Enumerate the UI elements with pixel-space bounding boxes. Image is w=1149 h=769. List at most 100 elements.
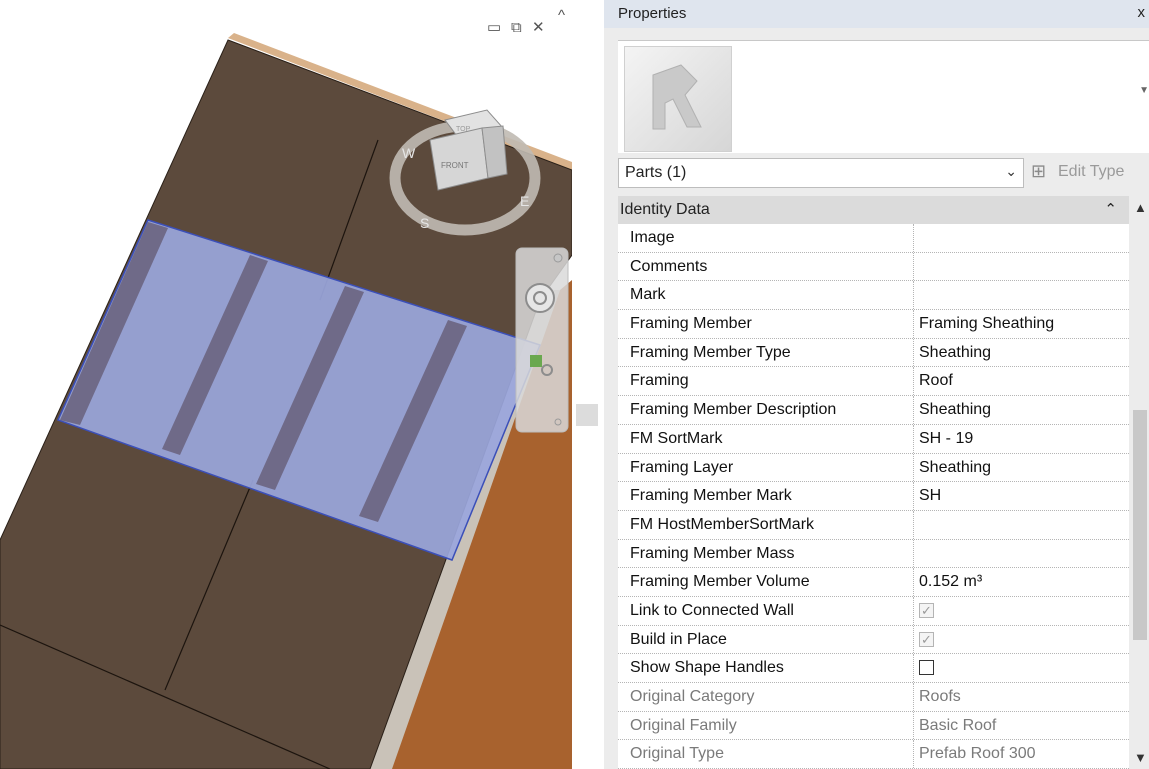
property-row[interactable]: Original Type Prefab Roof 300 — [618, 740, 1129, 769]
property-name: Link to Connected Wall — [618, 596, 914, 625]
property-row[interactable]: Framing Member Mass — [618, 539, 1129, 569]
property-rows: Image Comments Mark Framing Member Framing S… — [618, 224, 1129, 769]
property-name: Original Family — [618, 711, 914, 740]
panel-splitter[interactable] — [572, 0, 602, 769]
navbar-frame — [515, 247, 569, 433]
compass-south: S — [420, 215, 429, 231]
property-row[interactable]: Original Category Roofs — [618, 683, 1129, 712]
3d-viewport[interactable]: FRONT TOP W S E ▭ ⧉ ✕ ^ — [0, 0, 572, 769]
property-name: Original Type — [618, 740, 914, 769]
property-name: Framing Member Description — [618, 396, 914, 424]
property-row[interactable]: Mark — [618, 281, 1129, 311]
property-name: Framing Member Volume — [618, 568, 914, 596]
property-name: Show Shape Handles — [618, 654, 914, 682]
property-value[interactable]: 0.152 m³ — [915, 568, 1129, 596]
property-name: Framing Member Type — [618, 338, 914, 367]
scroll-up-icon[interactable]: ▲ — [1134, 200, 1147, 215]
property-row[interactable]: Framing Member Description Sheathing — [618, 396, 1129, 425]
restore-icon[interactable]: ⧉ — [511, 20, 522, 36]
property-row[interactable]: Framing Member Type Sheathing — [618, 338, 1129, 368]
property-row[interactable]: FM HostMemberSortMark — [618, 510, 1129, 540]
property-checkbox: ✓ — [919, 602, 934, 618]
property-name: Framing Member Mark — [618, 482, 914, 510]
family-thumbnail — [624, 46, 732, 152]
property-checkbox: ✓ — [919, 631, 934, 647]
scroll-down-icon[interactable]: ▼ — [1134, 750, 1147, 765]
navigation-bar[interactable] — [515, 247, 569, 433]
property-row[interactable]: Framing Member Framing Sheathing — [618, 310, 1129, 339]
property-name: Build in Place — [618, 625, 914, 654]
viewcube-front-label: FRONT — [441, 161, 469, 170]
chevron-down-icon: ⌄ — [1005, 163, 1017, 179]
edit-type-icon: ⊞ — [1031, 161, 1047, 181]
property-value[interactable] — [915, 511, 1129, 539]
property-value[interactable]: Sheathing — [915, 339, 1129, 367]
property-value[interactable] — [915, 253, 1129, 281]
property-value[interactable] — [915, 224, 1129, 252]
property-row[interactable]: Comments — [618, 252, 1129, 282]
scroll-thumb[interactable] — [1133, 410, 1147, 640]
edit-type-label: Edit Type — [1058, 163, 1125, 180]
section-header-identity-data[interactable]: Identity Data ⌃ — [618, 196, 1129, 224]
property-value[interactable]: Roof — [915, 367, 1129, 395]
section-title: Identity Data — [620, 201, 710, 218]
properties-title-bar[interactable]: Properties x — [604, 0, 1149, 28]
property-value[interactable]: Framing Sheathing — [915, 310, 1129, 338]
property-row[interactable]: Link to Connected Wall ✓ — [618, 596, 1129, 626]
splitter-handle[interactable] — [576, 404, 598, 426]
property-value[interactable]: SH — [915, 482, 1129, 510]
property-row[interactable]: Framing Roof — [618, 367, 1129, 397]
property-row[interactable]: Image — [618, 224, 1129, 253]
property-row[interactable]: FM SortMark SH - 19 — [618, 424, 1129, 454]
properties-scrollbar[interactable]: ▲ ▼ — [1131, 196, 1149, 769]
property-value[interactable]: ✓ — [915, 597, 1129, 625]
close-view-icon[interactable]: ✕ — [532, 20, 545, 36]
collapse-up-icon[interactable]: ^ — [558, 8, 565, 24]
edit-type-button[interactable]: ⊞ Edit Type — [1028, 158, 1149, 186]
property-row[interactable]: Framing Member Volume 0.152 m³ — [618, 568, 1129, 597]
property-value[interactable]: Sheathing — [915, 396, 1129, 424]
minimize-icon[interactable]: ▭ — [487, 20, 501, 36]
property-value[interactable]: SH - 19 — [915, 425, 1129, 453]
property-value: Basic Roof — [919, 716, 997, 734]
property-value: Prefab Roof 300 — [919, 745, 1036, 763]
property-name: Framing Layer — [618, 453, 914, 482]
compass-west: W — [402, 145, 416, 161]
roof-model-view[interactable]: FRONT TOP W S E — [0, 0, 572, 769]
property-row[interactable]: Original Family Basic Roof — [618, 711, 1129, 741]
property-name: Framing — [618, 367, 914, 396]
property-value[interactable]: Sheathing — [915, 454, 1129, 482]
property-row[interactable]: Show Shape Handles — [618, 654, 1129, 683]
type-preview: ▼ — [618, 40, 1149, 153]
property-value: Roofs — [919, 688, 961, 705]
property-name: Image — [618, 224, 914, 252]
revit-family-icon — [652, 64, 702, 130]
property-row[interactable]: Framing Member Mark SH — [618, 482, 1129, 511]
type-selector-row: Parts (1) ⌄ ⊞ Edit Type — [618, 158, 1149, 188]
property-value[interactable] — [915, 540, 1129, 568]
property-row[interactable]: Framing Layer Sheathing — [618, 453, 1129, 483]
properties-grid: Identity Data ⌃ Image Comments Mark Framing… — [618, 196, 1129, 769]
navbar-close-icon[interactable] — [553, 253, 563, 263]
property-checkbox[interactable] — [919, 660, 934, 676]
property-name: Mark — [618, 281, 914, 310]
steering-wheel-icon[interactable] — [525, 283, 555, 313]
property-value[interactable] — [915, 654, 1129, 682]
properties-title: Properties — [618, 5, 687, 22]
property-name: Framing Member — [618, 310, 914, 338]
compass-east: E — [520, 193, 529, 209]
collapse-section-icon[interactable]: ⌃ — [1104, 200, 1117, 218]
close-properties-icon[interactable]: x — [1138, 4, 1146, 21]
preview-dropdown-icon[interactable]: ▼ — [1139, 85, 1149, 96]
property-name: FM HostMemberSortMark — [618, 510, 914, 539]
property-name: Framing Member Mass — [618, 539, 914, 568]
property-value[interactable]: ✓ — [915, 626, 1129, 654]
property-name: FM SortMark — [618, 424, 914, 453]
properties-palette: Properties x ▼ Parts (1) ⌄ ⊞ Edit Type I… — [604, 0, 1149, 769]
property-value[interactable] — [915, 281, 1129, 309]
property-name: Original Category — [618, 683, 914, 711]
instance-filter-label: Parts (1) — [625, 164, 687, 181]
property-row[interactable]: Build in Place ✓ — [618, 625, 1129, 655]
instance-filter-dropdown[interactable]: Parts (1) ⌄ — [618, 158, 1024, 188]
zoom-icon[interactable] — [530, 355, 542, 367]
